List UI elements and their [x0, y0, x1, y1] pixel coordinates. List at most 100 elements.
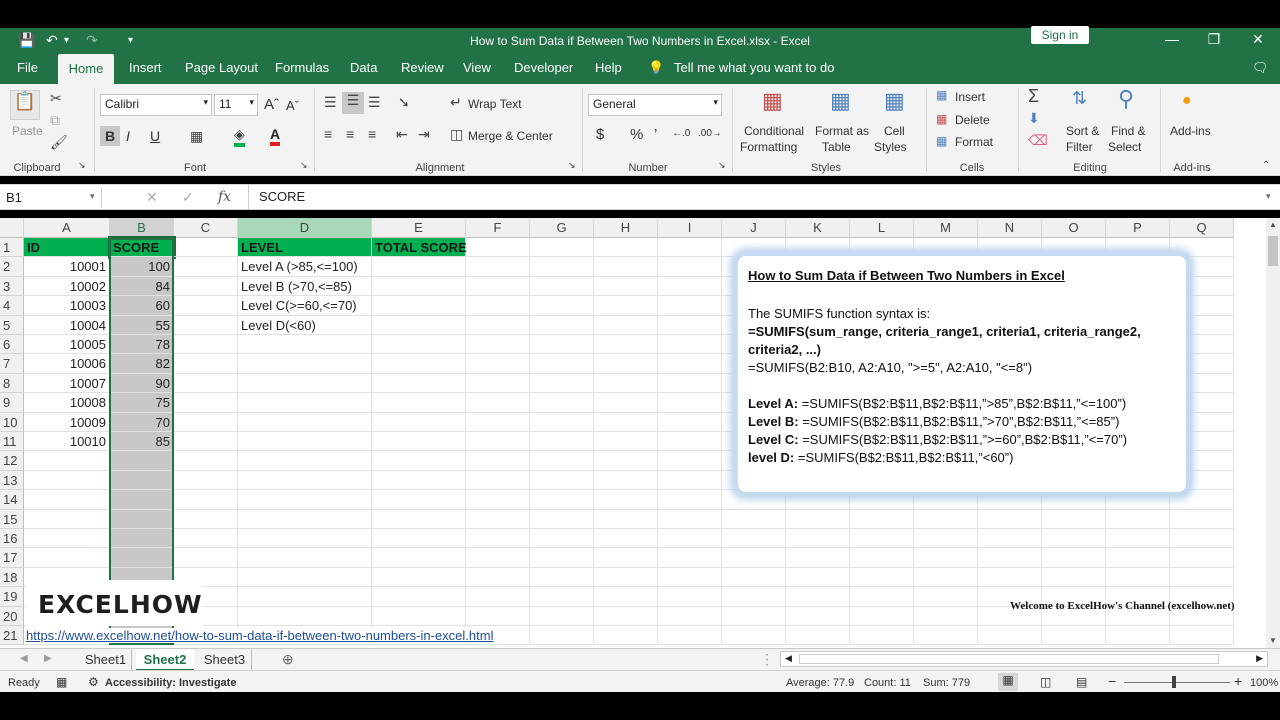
cell-j16[interactable]	[722, 529, 786, 549]
row-header-3[interactable]: 3	[0, 276, 24, 297]
cell-f18[interactable]	[466, 567, 530, 588]
cell-j17[interactable]	[722, 548, 786, 568]
column-header-q[interactable]: Q	[1170, 218, 1234, 238]
cell-b5[interactable]: 55	[110, 315, 174, 335]
cell-n21[interactable]	[978, 626, 1042, 646]
cell-f5[interactable]	[466, 315, 530, 335]
cell-h21[interactable]	[594, 626, 658, 646]
conditional-formatting-icon[interactable]: ▦	[762, 88, 783, 114]
cell-e7[interactable]	[372, 354, 466, 374]
align-left-icon[interactable]: ≡	[324, 126, 332, 142]
cell-i15[interactable]	[658, 509, 722, 529]
percent-icon[interactable]: %	[630, 126, 643, 143]
cell-f19[interactable]	[466, 587, 530, 607]
cell-h18[interactable]	[594, 567, 658, 588]
font-launcher-icon[interactable]: ↘	[300, 160, 308, 171]
tutorial-link[interactable]: https://www.excelhow.net/how-to-sum-data…	[26, 628, 494, 643]
cell-f17[interactable]	[466, 548, 530, 568]
cell-i2[interactable]	[658, 257, 722, 277]
cell-e16[interactable]	[372, 529, 466, 549]
cell-h15[interactable]	[594, 509, 658, 529]
sort-filter-label2[interactable]: Filter	[1066, 140, 1093, 154]
row-header-5[interactable]: 5	[0, 315, 24, 335]
orientation-icon[interactable]: ➘	[398, 94, 410, 111]
cell-h9[interactable]	[594, 393, 658, 413]
cell-j18[interactable]	[722, 567, 786, 588]
prev-sheet-icon[interactable]: ◀	[20, 653, 28, 664]
cell-b4[interactable]: 60	[110, 296, 174, 316]
cell-c9[interactable]	[174, 393, 238, 413]
cell-b2[interactable]: 100	[110, 257, 174, 277]
cell-c17[interactable]	[174, 548, 238, 568]
cell-c2[interactable]	[174, 257, 238, 277]
cell-h10[interactable]	[594, 412, 658, 432]
cell-e5[interactable]	[372, 315, 466, 335]
format-as-table-label1[interactable]: Format as	[815, 124, 869, 138]
cell-c1[interactable]	[174, 238, 238, 258]
align-right-icon[interactable]: ≡	[368, 126, 376, 142]
h-scroll-thumb[interactable]	[799, 654, 1219, 664]
cell-d11[interactable]	[238, 432, 372, 452]
borders-icon[interactable]: ▦	[190, 128, 203, 145]
cell-g11[interactable]	[530, 432, 594, 452]
cell-b7[interactable]: 82	[110, 354, 174, 374]
cell-h19[interactable]	[594, 587, 658, 607]
font-size-select[interactable]: 11 ▾	[214, 94, 258, 116]
cell-e20[interactable]	[372, 606, 466, 626]
sheet-tab-3[interactable]: Sheet3	[198, 649, 252, 671]
cell-d18[interactable]	[238, 567, 372, 588]
cell-f6[interactable]	[466, 335, 530, 355]
cell-m18[interactable]	[914, 567, 978, 588]
column-header-n[interactable]: N	[978, 218, 1042, 238]
align-top-icon[interactable]: ☰	[324, 94, 337, 111]
column-header-k[interactable]: K	[786, 218, 850, 238]
cell-a11[interactable]: 10010	[24, 432, 110, 452]
bold-button[interactable]: B	[100, 126, 120, 146]
cell-g5[interactable]	[530, 315, 594, 335]
cell-b16[interactable]	[110, 529, 174, 549]
cell-e2[interactable]	[372, 257, 466, 277]
cell-a10[interactable]: 10009	[24, 412, 110, 432]
cell-i19[interactable]	[658, 587, 722, 607]
cell-a12[interactable]	[24, 451, 110, 471]
cell-q18[interactable]	[1170, 567, 1234, 588]
merge-center-button[interactable]: Merge & Center	[468, 129, 553, 143]
cell-d10[interactable]	[238, 412, 372, 432]
cell-h14[interactable]	[594, 490, 658, 510]
increase-decimal-icon[interactable]: ←.0	[672, 128, 690, 139]
scroll-thumb[interactable]	[1268, 236, 1278, 266]
cell-i10[interactable]	[658, 412, 722, 432]
row-header-9[interactable]: 9	[0, 393, 24, 413]
cell-i8[interactable]	[658, 373, 722, 394]
cell-i18[interactable]	[658, 567, 722, 588]
cell-d12[interactable]	[238, 451, 372, 471]
row-header-15[interactable]: 15	[0, 509, 24, 529]
zoom-slider-thumb[interactable]	[1172, 676, 1176, 688]
insert-cells-button[interactable]: Insert	[955, 90, 985, 104]
cell-l18[interactable]	[850, 567, 914, 588]
row-header-11[interactable]: 11	[0, 432, 24, 452]
cell-styles-icon[interactable]: ▦	[884, 88, 905, 114]
cell-j19[interactable]	[722, 587, 786, 607]
cell-e19[interactable]	[372, 587, 466, 607]
cell-l15[interactable]	[850, 509, 914, 529]
page-break-view-icon[interactable]: ▤	[1076, 675, 1087, 689]
sort-filter-icon[interactable]: ⇅	[1072, 88, 1087, 109]
zoom-level[interactable]: 100%	[1250, 677, 1278, 689]
find-select-label1[interactable]: Find &	[1111, 124, 1146, 138]
cell-m16[interactable]	[914, 529, 978, 549]
cell-b6[interactable]: 78	[110, 335, 174, 355]
column-header-p[interactable]: P	[1106, 218, 1170, 238]
cell-i5[interactable]	[658, 315, 722, 335]
cell-d7[interactable]	[238, 354, 372, 374]
row-header-10[interactable]: 10	[0, 412, 24, 432]
cell-c3[interactable]	[174, 276, 238, 297]
cell-b12[interactable]	[110, 451, 174, 471]
cell-i6[interactable]	[658, 335, 722, 355]
cell-n18[interactable]	[978, 567, 1042, 588]
cell-d8[interactable]	[238, 373, 372, 394]
cell-e10[interactable]	[372, 412, 466, 432]
decrease-decimal-icon[interactable]: .00→	[698, 128, 722, 139]
cell-p21[interactable]	[1106, 626, 1170, 646]
cell-a7[interactable]: 10006	[24, 354, 110, 374]
